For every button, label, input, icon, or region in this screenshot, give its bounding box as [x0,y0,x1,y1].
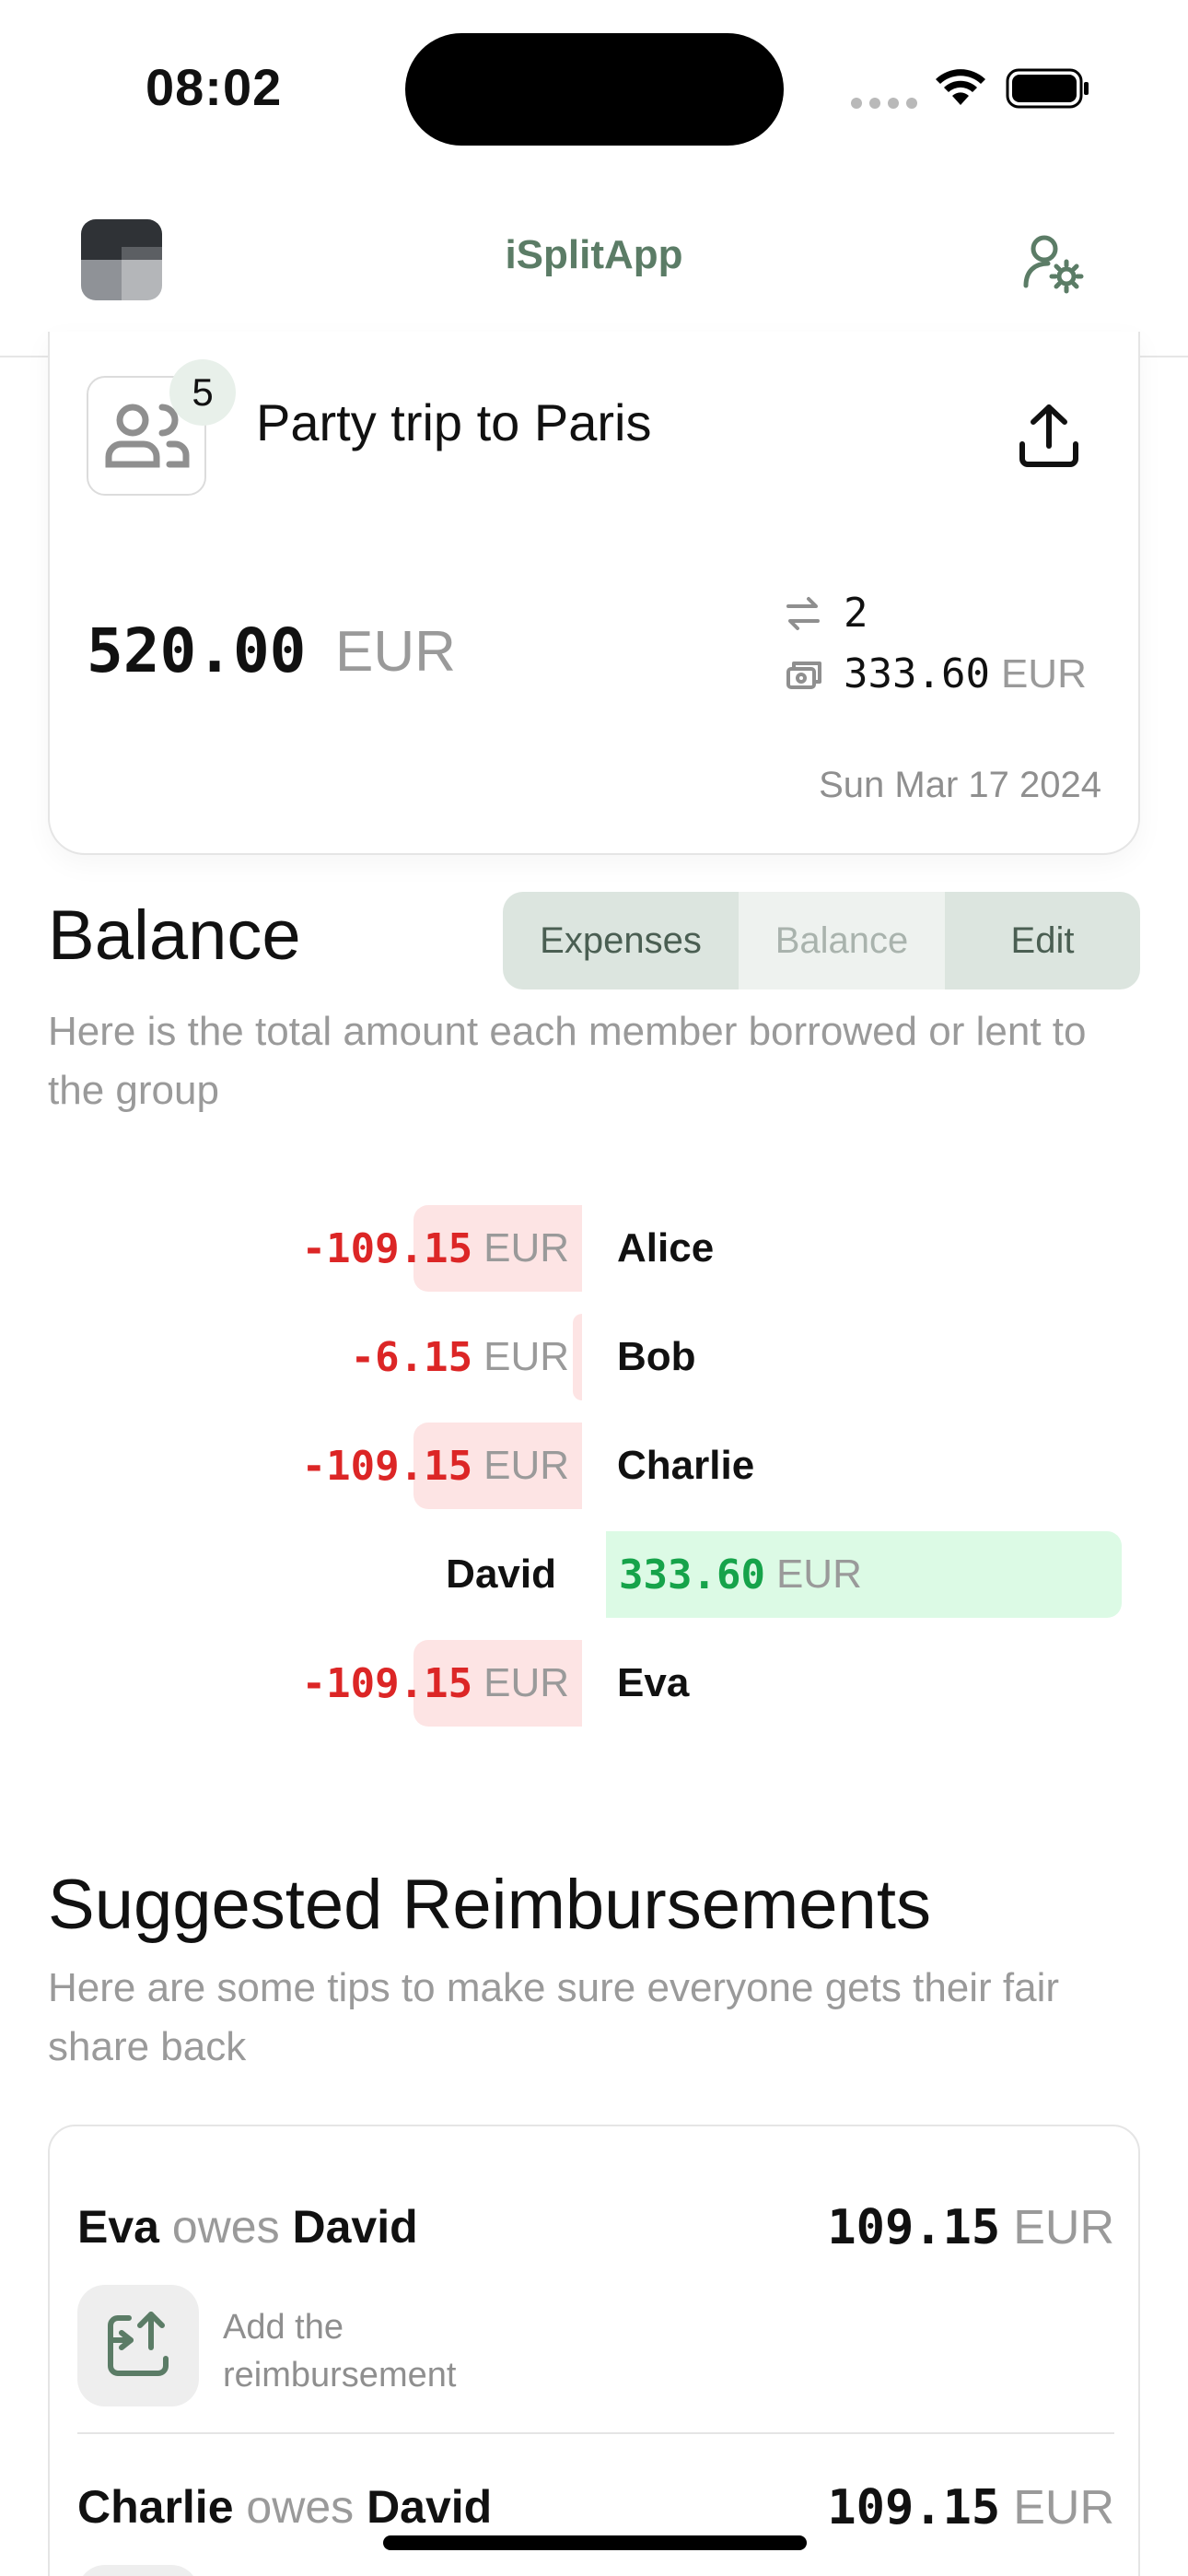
tab-edit[interactable]: Edit [945,892,1140,989]
balance-row: -109.15 EUR Eva [0,1640,1188,1727]
share-upload-icon[interactable] [1007,394,1090,477]
spending-amount: 333.60 [844,650,990,697]
balance-row: -6.15 EUR Bob [0,1314,1188,1400]
balance-currency: EUR [483,1660,569,1705]
balance-currency: EUR [775,1551,862,1597]
group-total-amount: 520.00 [87,615,307,686]
member-name: Alice [617,1225,715,1270]
balance-amount: 333.60 [619,1551,765,1598]
reimbursements-description: Here are some tips to make sure everyone… [48,1965,1060,2069]
spending-stat: 333.60 EUR [783,650,1087,697]
battery-icon [1006,68,1089,109]
debtor-name: Charlie [77,2481,234,2533]
owes-label: owes [246,2481,355,2533]
arrows-swap-icon [786,596,820,630]
member-count-badge: 5 [169,359,236,426]
member-name: Bob [617,1334,696,1379]
balance-row: David 333.60 EUR [0,1531,1188,1618]
reimburse-icon [108,2312,169,2376]
user-settings-icon[interactable] [1020,228,1087,295]
add-reimbursement-button[interactable] [77,2285,199,2406]
debtor-name: Eva [77,2201,159,2253]
balance-row: -109.15 EUR Alice [0,1205,1188,1292]
balance-amount: -109.15 [301,1659,473,1707]
wallet-icon [786,661,821,689]
app-header: iSplitApp [0,175,1188,357]
add-reimbursement-button[interactable] [77,2565,199,2576]
member-name: Eva [617,1660,690,1705]
cellular-signal-icon [851,98,917,109]
member-name: Charlie [617,1443,755,1488]
transactions-stat: 2 [783,590,868,637]
group-total-currency: EUR [335,620,456,684]
creditor-name: David [367,2481,493,2533]
transactions-count: 2 [844,590,868,637]
member-name: David [446,1551,556,1597]
spending-currency: EUR [1000,650,1087,697]
owes-label: owes [171,2201,280,2253]
reimbursement-amount: 109.15 [827,2200,1001,2255]
wifi-icon [936,69,985,105]
view-tabs: Expenses Balance Edit [503,892,1140,989]
reimbursements-card: Eva owes David 109.15 EUR Add the reimbu… [48,2125,1140,2576]
screen: 08:02 iSplitApp 5 Party trip to Paris 52… [0,0,1188,2576]
dynamic-island [405,33,784,146]
balance-amount: -6.15 [350,1333,473,1381]
group-name: Party trip to Paris [256,393,652,451]
home-indicator [383,2535,807,2550]
balance-currency: EUR [483,1334,569,1379]
balance-amount: -109.15 [301,1224,473,1272]
balance-row: -109.15 EUR Charlie [0,1423,1188,1509]
balance-currency: EUR [483,1225,569,1270]
reimbursement-amount: 109.15 [827,2480,1001,2535]
add-reimbursement-label[interactable]: Add the reimbursement [223,2303,518,2399]
balance-title: Balance [48,896,301,975]
reimbursement-currency: EUR [1013,2481,1114,2535]
reimbursement-currency: EUR [1013,2201,1114,2254]
tab-expenses[interactable]: Expenses [503,892,739,989]
tab-balance[interactable]: Balance [739,892,945,989]
balance-amount: -109.15 [301,1442,473,1490]
reimbursements-title: Suggested Reimbursements [48,1866,931,1944]
group-date: Sun Mar 17 2024 [819,765,1101,805]
balance-description: Here is the total amount each member bor… [48,1009,1087,1113]
app-title: iSplitApp [505,232,683,277]
divider [77,2432,1114,2434]
balance-currency: EUR [483,1443,569,1488]
creditor-name: David [292,2201,418,2253]
group-card[interactable]: 5 Party trip to Paris 520.00 EUR 2 333.6… [48,332,1140,855]
status-time: 08:02 [146,58,283,116]
